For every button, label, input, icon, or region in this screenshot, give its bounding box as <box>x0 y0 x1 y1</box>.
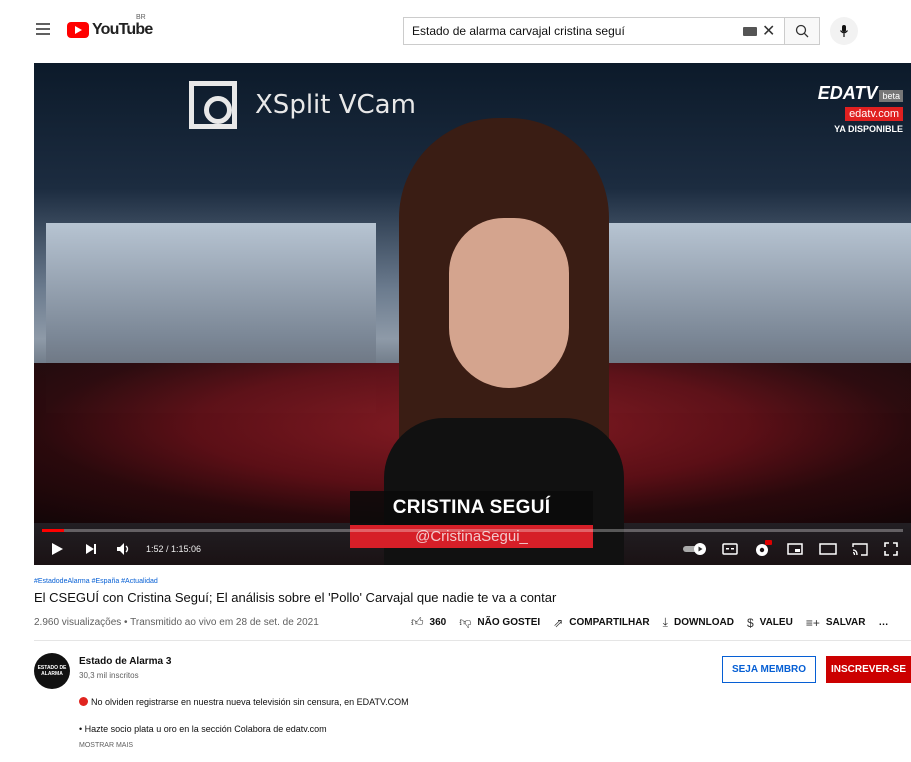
volume-button[interactable] <box>116 539 132 559</box>
miniplayer-button[interactable] <box>787 539 803 559</box>
download-label: DOWNLOAD <box>673 617 734 628</box>
video-player[interactable]: XSplit VCam EDATV beta edatv.com YA DISPO… <box>34 63 911 565</box>
edatv-url: edatv.com <box>845 107 903 121</box>
cast-icon <box>852 542 868 556</box>
video-title: El CSEGUÍ con Cristina Seguí; El análisi… <box>34 590 557 605</box>
show-more-button[interactable]: MOSTRAR MAIS <box>79 742 133 749</box>
channel-name[interactable]: Estado de Alarma 3 <box>79 656 171 667</box>
join-button[interactable]: SEJA MEMBRO <box>722 656 816 683</box>
avatar-text: ESTADO DE ALARMA <box>37 665 67 677</box>
dislike-button[interactable]: 👎︎ NÃO GOSTEI <box>459 615 540 630</box>
search-icon <box>795 24 809 38</box>
save-button[interactable]: ≡+ SALVAR <box>806 616 866 630</box>
subtitles-button[interactable] <box>722 539 738 559</box>
thumbs-up-icon: 👍︎ <box>411 615 424 629</box>
fullscreen-button[interactable] <box>884 539 898 559</box>
thumbs-down-icon: 👎︎ <box>459 615 472 629</box>
like-button[interactable]: 👍︎ 360 <box>411 615 446 630</box>
thanks-icon: $ <box>746 615 754 630</box>
progress-bar[interactable] <box>42 529 903 532</box>
channel-avatar[interactable]: ESTADO DE ALARMA <box>34 653 70 689</box>
xsplit-text: XSplit VCam <box>255 90 416 120</box>
subscriber-count: 30,3 mil inscritos <box>79 671 139 680</box>
video-meta: 2.960 visualizações • Transmitido ao viv… <box>34 617 319 628</box>
theater-button[interactable] <box>819 539 837 559</box>
theater-icon <box>819 543 837 555</box>
search-button[interactable] <box>784 17 820 45</box>
miniplayer-icon <box>787 543 803 555</box>
save-playlist-icon: ≡+ <box>805 615 820 630</box>
thanks-button[interactable]: $ VALEU <box>747 616 793 630</box>
edatv-badge: EDATV beta edatv.com YA DISPONIBLE <box>818 83 903 134</box>
save-label: SALVAR <box>825 617 866 628</box>
more-actions-button[interactable]: … <box>878 617 888 628</box>
autoplay-toggle[interactable] <box>683 539 709 559</box>
share-button[interactable]: ⇗ COMPARTILHAR <box>553 616 649 630</box>
youtube-play-icon <box>67 22 89 38</box>
next-icon <box>86 544 96 554</box>
lower-third: CRISTINA SEGUÍ @CristinaSegui_ <box>350 491 593 548</box>
time-display: 1:52 / 1:15:06 <box>146 544 202 554</box>
play-button[interactable] <box>50 539 64 559</box>
divider <box>34 640 911 641</box>
voice-search-button[interactable] <box>830 17 858 45</box>
dislike-label: NÃO GOSTEI <box>477 617 541 628</box>
autoplay-icon <box>683 543 706 555</box>
thanks-label: VALEU <box>759 617 793 628</box>
gear-icon <box>756 540 772 556</box>
microphone-icon <box>840 25 848 37</box>
fullscreen-icon <box>884 542 898 556</box>
play-icon <box>52 543 63 555</box>
lower-third-name: CRISTINA SEGUÍ <box>350 491 593 525</box>
subscribe-button[interactable]: INSCREVER-SE <box>826 656 911 683</box>
share-label: COMPARTILHAR <box>569 617 650 628</box>
more-icon: … <box>878 617 889 628</box>
next-button[interactable] <box>84 539 98 559</box>
action-bar: 👍︎ 360 👎︎ NÃO GOSTEI ⇗ COMPARTILHAR ⤓ DOWNLO… <box>411 615 901 630</box>
region-code: BR <box>136 14 146 21</box>
like-count: 360 <box>429 617 447 628</box>
share-icon: ⇗ <box>553 615 564 630</box>
description-line-2: • Hazte socio plata u oro en la sección … <box>79 724 327 734</box>
settings-button[interactable] <box>754 539 772 559</box>
progress-fill <box>42 529 64 532</box>
download-button[interactable]: ⤓ DOWNLOAD <box>663 615 734 630</box>
volume-icon <box>117 543 129 555</box>
edatv-name: EDATV <box>817 83 878 103</box>
cast-button[interactable] <box>852 539 868 559</box>
menu-icon[interactable] <box>36 23 50 35</box>
search-input[interactable]: Estado de alarma carvajal cristina seguí <box>403 17 784 45</box>
xsplit-watermark: XSplit VCam <box>189 81 416 129</box>
keyboard-icon[interactable] <box>743 27 757 36</box>
clear-search-icon[interactable]: ✕ <box>762 21 775 41</box>
red-circle-icon <box>79 697 88 706</box>
search-value: Estado de alarma carvajal cristina seguí <box>412 24 625 38</box>
top-bar: YouTube BR Estado de alarma carvajal cri… <box>0 0 911 56</box>
xsplit-logo-icon <box>189 81 237 129</box>
download-icon: ⤓ <box>662 615 668 629</box>
presenter-face <box>449 218 569 388</box>
edatv-beta: beta <box>879 90 903 102</box>
edatv-available: YA DISPONIBLE <box>834 124 903 134</box>
subtitles-icon <box>722 543 738 555</box>
description-line-1: No olviden registrarse en nuestra nueva … <box>79 697 409 707</box>
description-text-1: No olviden registrarse en nuestra nueva … <box>91 697 409 707</box>
logo-text: YouTube <box>92 21 153 38</box>
youtube-logo[interactable]: YouTube BR <box>67 14 153 40</box>
hashtags[interactable]: #EstadodeAlarma #España #Actualidad <box>34 578 158 585</box>
